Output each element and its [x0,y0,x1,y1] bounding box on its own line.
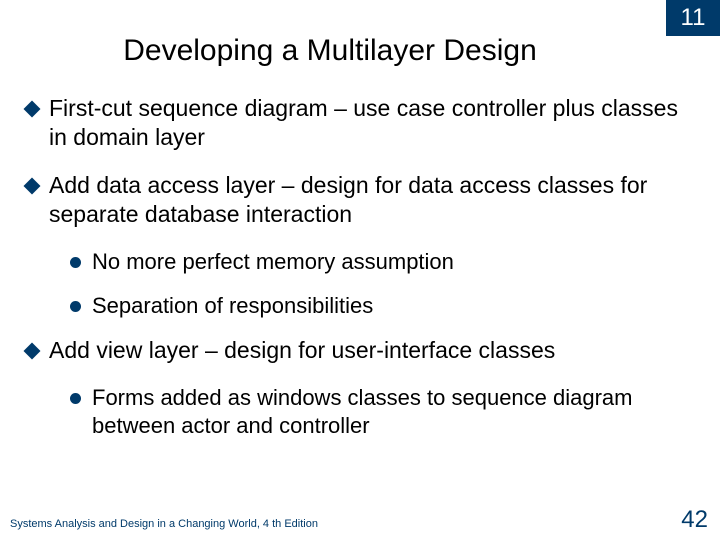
list-item-text: Add view layer – design for user-interfa… [49,336,694,365]
list-item: Forms added as windows classes to sequen… [70,384,694,440]
list-item: First-cut sequence diagram – use case co… [26,94,694,153]
list-item-text: Separation of responsibilities [92,292,694,320]
list-item-text: First-cut sequence diagram – use case co… [49,94,694,153]
chapter-number-box: 11 [666,0,720,36]
list-item-text: Forms added as windows classes to sequen… [92,384,694,440]
list-item: No more perfect memory assumption [70,248,694,276]
diamond-bullet-icon [24,101,41,118]
list-item: Add view layer – design for user-interfa… [26,336,694,365]
dot-bullet-icon [70,301,81,312]
list-item-text: Add data access layer – design for data … [49,171,694,230]
chapter-number: 11 [681,4,706,31]
list-item: Add data access layer – design for data … [26,171,694,230]
dot-bullet-icon [70,257,81,268]
list-item-text: No more perfect memory assumption [92,248,694,276]
footer-text: Systems Analysis and Design in a Changin… [10,518,318,530]
list-item: Separation of responsibilities [70,292,694,320]
diamond-bullet-icon [24,343,41,360]
slide-title: Developing a Multilayer Design [0,34,660,68]
slide-body: First-cut sequence diagram – use case co… [26,94,694,456]
dot-bullet-icon [70,393,81,404]
diamond-bullet-icon [24,177,41,194]
page-number: 42 [681,506,708,534]
